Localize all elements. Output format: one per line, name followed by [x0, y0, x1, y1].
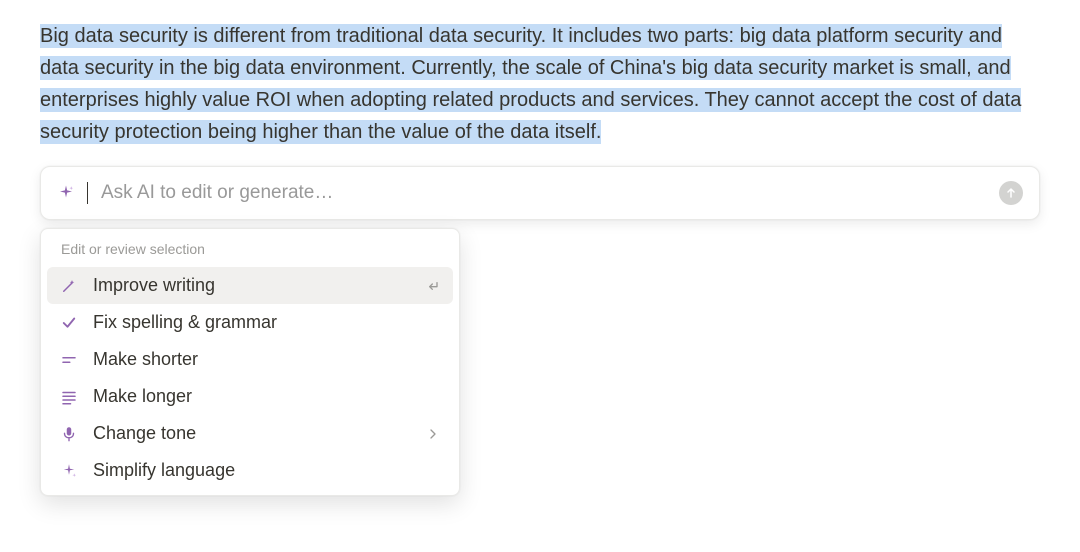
- ai-menu: Edit or review selection Improve writing…: [40, 228, 460, 496]
- menu-item-label: Change tone: [93, 423, 196, 444]
- wand-icon: [59, 276, 79, 296]
- selected-text[interactable]: Big data security is different from trad…: [40, 20, 1040, 148]
- menu-item-label: Fix spelling & grammar: [93, 312, 277, 333]
- shorter-icon: [59, 350, 79, 370]
- text-cursor: [87, 182, 88, 204]
- longer-icon: [59, 387, 79, 407]
- chevron-right-icon: [425, 426, 441, 442]
- check-icon: [59, 313, 79, 333]
- enter-icon: [425, 278, 441, 294]
- submit-button[interactable]: [999, 181, 1023, 205]
- highlighted-selection: Big data security is different from trad…: [40, 24, 1021, 144]
- menu-item-label: Improve writing: [93, 275, 215, 296]
- menu-item-make-longer[interactable]: Make longer: [47, 378, 453, 415]
- menu-item-improve-writing[interactable]: Improve writing: [47, 267, 453, 304]
- menu-item-label: Make longer: [93, 386, 192, 407]
- ai-prompt-panel[interactable]: [40, 166, 1040, 220]
- menu-item-change-tone[interactable]: Change tone: [47, 415, 453, 452]
- ai-input[interactable]: [101, 182, 987, 204]
- menu-item-fix-spelling[interactable]: Fix spelling & grammar: [47, 304, 453, 341]
- menu-item-make-shorter[interactable]: Make shorter: [47, 341, 453, 378]
- menu-item-label: Simplify language: [93, 460, 235, 481]
- menu-item-label: Make shorter: [93, 349, 198, 370]
- menu-heading: Edit or review selection: [47, 237, 453, 267]
- menu-item-simplify-language[interactable]: Simplify language: [47, 452, 453, 489]
- sparkle-icon: [59, 461, 79, 481]
- microphone-icon: [59, 424, 79, 444]
- sparkle-icon: [57, 184, 75, 202]
